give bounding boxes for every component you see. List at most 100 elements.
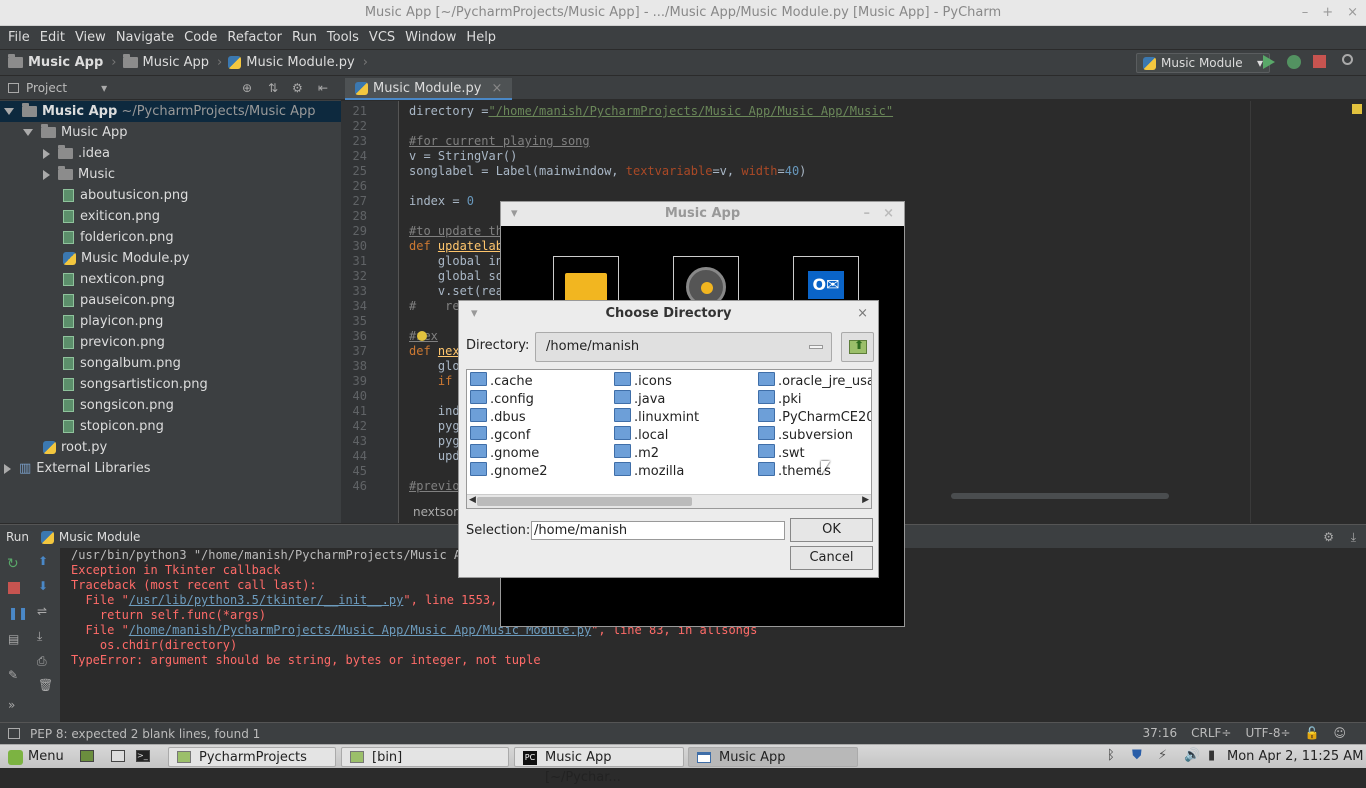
breadcrumb-item-folder[interactable]: Music App	[122, 54, 209, 70]
tree-item-file[interactable]: songsartisticon.png	[0, 374, 341, 395]
list-item[interactable]: .java	[614, 390, 665, 409]
close-tab-icon[interactable]: ×	[491, 81, 502, 96]
tree-item-file[interactable]: stopicon.png	[0, 416, 341, 437]
taskbar-item-music-app[interactable]: Music App	[688, 747, 858, 767]
taskbar-item-pycharm[interactable]: PC Music App [~/Pychar...	[514, 747, 684, 785]
show-desktop-icon[interactable]	[111, 750, 125, 762]
expand-icon[interactable]: »	[8, 698, 15, 712]
tree-item-file[interactable]: songsicon.png	[0, 395, 341, 416]
list-item[interactable]: .oracle_jre_usag	[758, 372, 871, 391]
list-item[interactable]: .mozilla	[614, 462, 684, 481]
menu-navigate[interactable]: Navigate	[112, 30, 178, 45]
tree-item-file[interactable]: aboutusicon.png	[0, 185, 341, 206]
traceback-link[interactable]: /usr/lib/python3.5/tkinter/__init__.py	[129, 593, 404, 607]
collapse-arrow-icon[interactable]	[43, 148, 50, 159]
battery-icon[interactable]: ▮	[1208, 748, 1215, 763]
tree-item-file[interactable]: songalbum.png	[0, 353, 341, 374]
list-item[interactable]: .dbus	[470, 408, 526, 427]
network-icon[interactable]: ⚡	[1158, 748, 1167, 763]
layout-icon[interactable]: ▤	[8, 632, 19, 646]
close-button[interactable]: ×	[1347, 0, 1358, 26]
gear-icon[interactable]: ⚙	[1323, 525, 1334, 549]
menu-run[interactable]: Run	[288, 30, 321, 45]
tab-music-module[interactable]: Music Module.py ×	[345, 78, 513, 100]
list-item[interactable]: .cache	[470, 372, 533, 391]
selection-input[interactable]: /home/manish	[531, 521, 785, 540]
list-horizontal-scrollbar[interactable]: ◀ ▶	[467, 494, 871, 508]
list-item[interactable]: .linuxmint	[614, 408, 699, 427]
tree-item-folder[interactable]: Music	[0, 164, 341, 185]
menu-file[interactable]: File	[4, 30, 34, 45]
dropdown-arrow-icon[interactable]: ▾	[101, 81, 107, 95]
tree-item-file[interactable]: Music Module.py	[0, 248, 341, 269]
tree-item-file[interactable]: exiticon.png	[0, 206, 341, 227]
line-separator[interactable]: CRLF÷	[1191, 722, 1231, 744]
pause-icon[interactable]: ❚❚	[8, 606, 28, 620]
tree-item-file[interactable]: pauseicon.png	[0, 290, 341, 311]
list-item[interactable]: .icons	[614, 372, 672, 391]
tree-item-file[interactable]: root.py	[0, 437, 341, 458]
scrollbar-thumb[interactable]	[477, 497, 692, 506]
collapse-arrow-icon[interactable]	[43, 169, 50, 180]
taskbar-item-bin[interactable]: [bin]	[341, 747, 509, 767]
list-item[interactable]: .themes	[758, 462, 831, 481]
clock[interactable]: Mon Apr 2, 11:25 AM	[1227, 745, 1363, 769]
horizontal-scrollbar[interactable]	[951, 493, 1169, 499]
menu-window[interactable]: Window	[401, 30, 460, 45]
list-item[interactable]: .PyCharmCE201	[758, 408, 871, 427]
collapse-icon[interactable]: ⇅	[268, 76, 278, 100]
list-item[interactable]: .pki	[758, 390, 802, 409]
scroll-right-icon[interactable]: ▶	[862, 495, 869, 505]
up-arrow-icon[interactable]: ⬆	[38, 554, 48, 568]
menu-code[interactable]: Code	[180, 30, 221, 45]
stop-icon[interactable]	[8, 582, 20, 594]
tree-item-folder[interactable]: .idea	[0, 143, 341, 164]
tree-item-file[interactable]: foldericon.png	[0, 227, 341, 248]
directory-list[interactable]: .cache .config .dbus .gconf .gnome .gnom…	[466, 369, 872, 509]
cursor-position[interactable]: 37:16	[1143, 722, 1178, 744]
minimize-button[interactable]: –	[864, 202, 871, 226]
list-item[interactable]: .local	[614, 426, 668, 445]
collapse-arrow-icon[interactable]	[4, 463, 11, 474]
tree-item-folder[interactable]: Music App	[0, 122, 341, 143]
soft-wrap-icon[interactable]: ⇌	[37, 604, 47, 618]
ok-button[interactable]: OK	[790, 518, 873, 542]
about-button[interactable]: O✉	[793, 256, 859, 304]
print-icon[interactable]: ⎙	[37, 654, 47, 669]
hide-panel-icon[interactable]: ⤓	[1351, 525, 1356, 549]
bluetooth-icon[interactable]: ᛒ	[1107, 748, 1115, 763]
project-view-select[interactable]: Project	[26, 81, 67, 95]
stop-icon[interactable]	[1313, 55, 1326, 68]
window-menu-icon[interactable]: ▾	[471, 301, 478, 327]
rerun-icon[interactable]: ↻	[7, 556, 19, 572]
tree-item-external-libraries[interactable]: ▥ External Libraries	[0, 458, 341, 479]
gear-icon[interactable]: ⚙	[292, 76, 303, 100]
trash-icon[interactable]: 🗑	[38, 678, 53, 692]
breadcrumb-item-file[interactable]: Music Module.py	[228, 55, 355, 70]
menu-tools[interactable]: Tools	[323, 30, 363, 45]
directory-combobox[interactable]: /home/manish	[535, 332, 832, 362]
open-folder-button[interactable]	[553, 256, 619, 304]
lock-icon[interactable]: 🔓	[1305, 722, 1320, 744]
inspector-icon[interactable]: ☺	[1333, 722, 1346, 744]
file-encoding[interactable]: UTF-8÷	[1245, 722, 1290, 744]
minimize-button[interactable]: –	[1302, 0, 1309, 26]
breadcrumb-item-project[interactable]: Music App	[8, 54, 103, 70]
maximize-button[interactable]: +	[1322, 0, 1333, 26]
hide-panel-icon[interactable]: ⇤	[318, 76, 328, 100]
file-manager-icon[interactable]	[80, 750, 94, 762]
list-item[interactable]: .m2	[614, 444, 659, 463]
cancel-button[interactable]: Cancel	[790, 546, 873, 570]
run-config-tab[interactable]: Music Module	[59, 530, 141, 544]
debug-icon[interactable]	[1287, 55, 1301, 69]
list-item[interactable]: .subversion	[758, 426, 853, 445]
start-menu-button[interactable]: Menu	[4, 747, 64, 767]
tree-item-file[interactable]: previcon.png	[0, 332, 341, 353]
taskbar-item-pycharmprojects[interactable]: PycharmProjects	[168, 747, 336, 767]
list-item[interactable]: .gnome2	[470, 462, 548, 481]
window-menu-icon[interactable]: ▾	[511, 202, 518, 226]
close-button[interactable]: ×	[857, 301, 868, 327]
scroll-left-icon[interactable]: ◀	[469, 495, 476, 505]
warning-marker-icon[interactable]	[1352, 104, 1362, 114]
list-item[interactable]: .gnome	[470, 444, 539, 463]
